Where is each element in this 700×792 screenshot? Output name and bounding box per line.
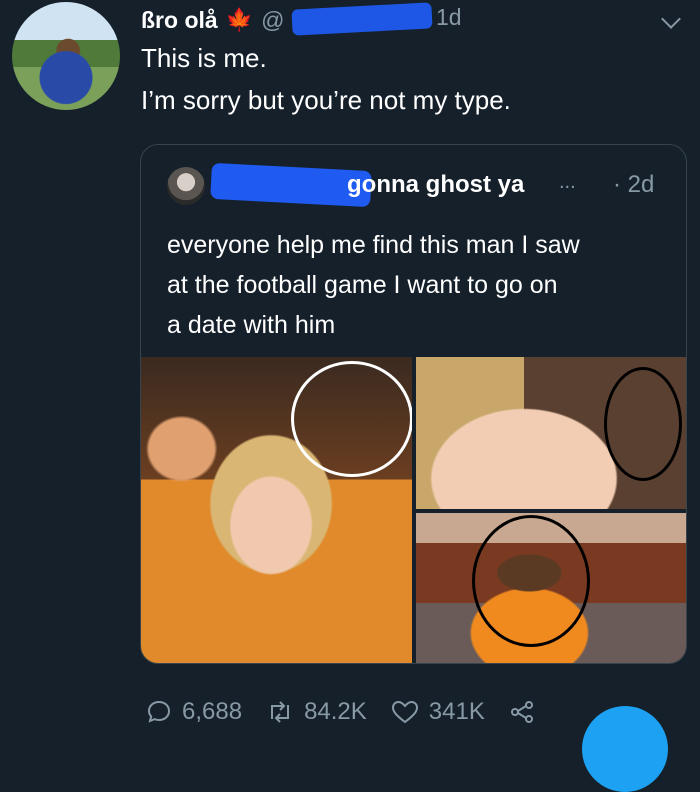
photo-grid (141, 357, 686, 663)
retweet-icon (271, 701, 290, 723)
retweet-button[interactable]: 84.2K (266, 698, 367, 726)
quoted-author-name[interactable]: gonna ghost ya (347, 171, 524, 199)
redaction-scribble (291, 2, 433, 36)
reply-count: 6,688 (182, 698, 243, 725)
quoted-timestamp[interactable]: · 2d (613, 171, 654, 199)
name-ellipsis: ... (559, 171, 576, 193)
quoted-tweet[interactable]: gonna ghost ya ... · 2d everyone help me… (140, 144, 687, 664)
like-count: 341K (428, 698, 485, 725)
author-handle[interactable]: @ (261, 7, 284, 34)
compose-tweet-button[interactable] (582, 706, 668, 792)
photo-closeup[interactable] (416, 357, 686, 509)
share-button[interactable] (509, 699, 545, 725)
quoted-avatar[interactable] (167, 167, 205, 205)
author-header: ßro olå 🍁 @ (141, 4, 284, 36)
photo-zoomed-man[interactable] (416, 513, 686, 663)
author-name[interactable]: ßro olå (141, 7, 218, 34)
heart-icon (391, 700, 418, 724)
quoted-text-line: everyone help me find this man I saw (167, 231, 580, 259)
tweet-text-line: This is me. (141, 43, 267, 73)
highlight-circle (604, 367, 682, 481)
maple-leaf-icon: 🍁 (225, 7, 254, 32)
chevron-down-icon[interactable] (661, 9, 681, 29)
author-avatar[interactable] (12, 2, 120, 110)
retweet-count: 84.2K (304, 698, 367, 725)
highlight-circle (472, 515, 590, 647)
reply-icon (147, 700, 171, 723)
quoted-text-line: a date with him (167, 311, 336, 339)
share-icon (510, 701, 533, 723)
reply-button[interactable]: 6,688 (146, 698, 242, 726)
action-bar: 6,688 84.2K 341K (146, 698, 569, 726)
highlight-circle (291, 361, 412, 477)
like-button[interactable]: 341K (391, 698, 485, 726)
quoted-text-line: at the football game I want to go on (167, 271, 558, 299)
tweet-text-line: I’m sorry but you’re not my type. (141, 85, 511, 115)
photo-selfie-stadium[interactable] (141, 357, 412, 663)
tweet-timestamp[interactable]: 1d (436, 4, 462, 31)
